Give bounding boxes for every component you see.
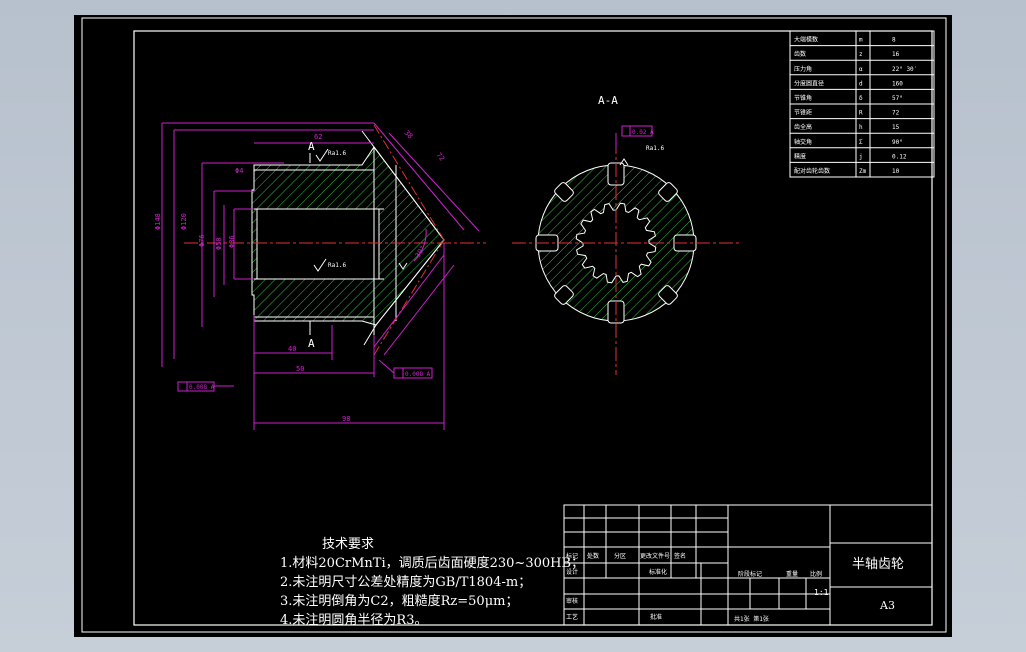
tech-requirements: 技术要求 1.材料20CrMnTi，调质后齿面硬度230~300HB； 2.未注…: [280, 535, 584, 630]
param-name-6: 齿全高: [794, 123, 812, 131]
param-name-9: 配对齿轮齿数: [794, 167, 830, 175]
param-sym-4: δ: [859, 95, 863, 102]
tolerance-2: 0.008 A: [405, 371, 431, 378]
param-name-5: 节锥距: [794, 109, 812, 117]
roughness-1: Ra1.6: [328, 150, 346, 157]
param-value-2: 22° 30′: [892, 66, 917, 73]
dim-62: 62: [314, 133, 322, 141]
drawing-sheet: 62 38 Φ4 Φ148 Φ120 Φ76 Φ50 Φ36 40 50 98 …: [74, 15, 952, 637]
param-sym-6: h: [859, 124, 863, 131]
param-name-4: 节锥角: [794, 94, 812, 102]
param-name-7: 轴交角: [794, 138, 812, 146]
dim-40: 40: [288, 345, 296, 353]
tech-item-4: 4.未注明圆角半径为R3。: [280, 613, 428, 628]
dim-50: 50: [296, 365, 304, 373]
tb-count: 处数: [587, 552, 599, 560]
param-name-3: 分度圆直径: [794, 79, 824, 87]
dim-phi120: Φ120: [180, 213, 188, 230]
tb-approve: 批准: [650, 613, 662, 621]
param-value-0: 8: [892, 37, 896, 44]
tb-zone: 分区: [614, 552, 626, 560]
tb-standard: 标准化: [649, 568, 667, 576]
dim-phi4: Φ4: [235, 167, 243, 175]
param-value-8: 0.12: [892, 153, 907, 160]
roughness-2: Ra1.6: [328, 262, 346, 269]
param-sym-7: Σ: [859, 139, 863, 146]
roughness-3: Ra1.6: [646, 145, 664, 152]
param-value-1: 16: [892, 51, 900, 58]
tech-title: 技术要求: [322, 537, 375, 552]
tolerance-3: 0.02 A: [632, 129, 654, 136]
param-sym-1: z: [859, 51, 863, 58]
param-sym-2: α: [859, 66, 863, 73]
tech-item-2: 2.未注明尺寸公差处精度为GB/T1804-m；: [280, 575, 532, 590]
tb-stage: 阶段标记: [738, 570, 762, 578]
param-value-5: 72: [892, 110, 900, 117]
tb-scale-label: 比例: [810, 570, 822, 578]
param-value-6: 15: [892, 124, 900, 131]
param-value-7: 90°: [892, 139, 903, 146]
tech-item-3: 3.未注明倒角为C2，粗糙度Rz=50μm；: [280, 594, 519, 609]
dim-phi148: Φ148: [154, 213, 162, 230]
param-table: 大端模数 m 8 齿数 z 16 压力角 α 22° 30′ 分度圆直径 d 160 节锥角 δ 57° 节锥…: [789, 30, 935, 178]
section-mark-bottom: A: [308, 337, 315, 350]
param-sym-8: j: [859, 153, 863, 160]
tb-weight: 重量: [786, 570, 798, 578]
dim-phi36: Φ36: [228, 235, 236, 248]
param-sym-5: R: [859, 110, 863, 117]
tolerance-1: 0.008 A: [189, 384, 215, 391]
tech-item-1: 1.材料20CrMnTi，调质后齿面硬度230~300HB；: [280, 556, 585, 571]
param-value-9: 10: [892, 168, 900, 175]
param-value-3: 160: [892, 80, 903, 87]
tb-scale: 1:1: [814, 588, 829, 597]
section-hatch: [251, 146, 445, 326]
param-name-8: 精度: [794, 152, 806, 160]
tb-change: 更改文件号: [640, 552, 670, 560]
section-mark-top: A: [308, 140, 315, 153]
param-sym-9: Zm: [859, 168, 867, 175]
section-title: A-A: [598, 94, 618, 107]
tb-sign: 签名: [674, 552, 686, 560]
sheet-size: A3: [879, 599, 895, 612]
dim-98: 98: [342, 415, 350, 423]
tb-sheets: 共1张 第1张: [734, 615, 769, 623]
param-sym-3: d: [859, 80, 863, 87]
dim-72: 72: [434, 151, 446, 163]
dim-phi50: Φ50: [215, 237, 223, 250]
param-name-2: 压力角: [794, 65, 812, 73]
param-name-1: 齿数: [794, 50, 806, 58]
param-sym-0: m: [859, 37, 863, 44]
dim-phi76: Φ76: [198, 234, 206, 247]
param-value-4: 57°: [892, 95, 903, 102]
param-name-0: 大端模数: [794, 36, 818, 44]
dim-38: 38: [403, 129, 415, 141]
part-name: 半轴齿轮: [852, 557, 904, 572]
